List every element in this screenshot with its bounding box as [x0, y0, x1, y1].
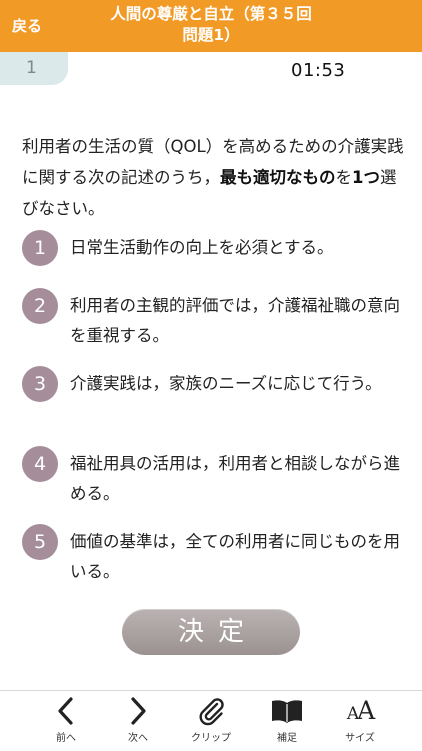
supplement-label: 補足: [277, 733, 297, 744]
bottom-toolbar: 前へ 次へ クリップ 補足 AA サイズ: [0, 690, 422, 751]
page-title: 人間の尊厳と自立（第３５回 問題1）: [98, 4, 324, 46]
question-emphasis-count: 1つ: [352, 168, 380, 187]
chevron-left-icon: [58, 697, 73, 725]
text-size-button[interactable]: AA サイズ: [330, 695, 390, 749]
next-label: 次へ: [128, 733, 148, 744]
text-size-label: サイズ: [345, 733, 375, 744]
question-text: 利用者の生活の質（QOL）を高めるための介護実践に関する次の記述のうち，最も適切…: [22, 131, 406, 224]
text-size-icon: AA: [346, 696, 375, 725]
back-button[interactable]: 戻る: [12, 15, 42, 36]
option-number-badge: 1: [22, 230, 58, 266]
option-text: 利用者の主観的評価では，介護福祉職の意向を重視する。: [70, 296, 400, 345]
question-number-tab: 1: [0, 52, 68, 85]
option-number-badge: 2: [22, 288, 58, 324]
question-number: 1: [26, 58, 37, 78]
paperclip-icon: [199, 698, 224, 726]
option-text: 価値の基準は，全ての利用者に同じものを用いる。: [70, 532, 400, 581]
clip-button[interactable]: クリップ: [181, 695, 241, 749]
prev-label: 前へ: [56, 733, 76, 744]
decide-button[interactable]: 決定: [122, 609, 300, 655]
option-number-badge: 3: [22, 366, 58, 402]
option-number-badge: 5: [22, 524, 58, 560]
open-book-icon: [272, 700, 302, 723]
question-emphasis-best: 最も適切なもの: [220, 168, 336, 187]
page-title-line2: 問題1）: [182, 26, 240, 44]
option-text: 介護実践は，家族のニーズに応じて行う。: [70, 374, 382, 393]
supplement-button[interactable]: 補足: [257, 695, 317, 749]
clip-label: クリップ: [191, 733, 231, 744]
page-title-line1: 人間の尊厳と自立（第３５回: [110, 5, 312, 23]
option-text: 日常生活動作の向上を必須とする。: [70, 238, 334, 257]
prev-button[interactable]: 前へ: [36, 695, 96, 749]
option-text: 福祉用具の活用は，利用者と相談しながら進める。: [70, 454, 400, 503]
timer: 01:53: [291, 60, 346, 81]
chevron-right-icon: [131, 697, 146, 725]
question-text-part2: を: [335, 168, 353, 187]
header-bar: 戻る 人間の尊厳と自立（第３５回 問題1）: [0, 0, 422, 52]
option-number-badge: 4: [22, 446, 58, 482]
next-button[interactable]: 次へ: [108, 695, 168, 749]
